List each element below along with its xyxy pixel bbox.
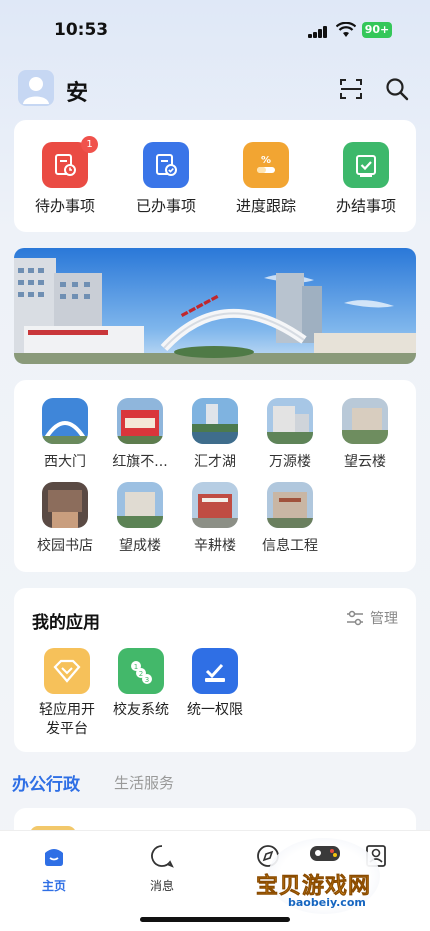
- place-item-wangcheng[interactable]: 望成楼: [104, 482, 176, 555]
- status-time: 10:53: [54, 20, 109, 40]
- quick-action-finished[interactable]: 办结事项: [321, 142, 411, 216]
- nav-label: 消息: [149, 879, 174, 893]
- manage-button[interactable]: 管理: [346, 608, 398, 628]
- nav-label: 主页: [41, 879, 66, 893]
- app-unified-permission[interactable]: 统一权限: [176, 648, 254, 720]
- wangcheng-building-photo: [117, 482, 163, 528]
- quick-action-label: 已办事项: [135, 197, 196, 215]
- xingeng-building-photo: [192, 482, 238, 528]
- place-item-xingeng[interactable]: 辛耕楼: [179, 482, 251, 555]
- watermark-url: baobeiy.com: [288, 896, 366, 909]
- info-engineering-photo: [267, 482, 313, 528]
- app-label: 轻应用开 发平台: [28, 701, 106, 739]
- campus-banner[interactable]: ▬▬▬▬▬: [14, 248, 416, 364]
- battery-indicator: 90+: [362, 22, 392, 38]
- message-icon: [151, 845, 174, 868]
- place-item-bookstore[interactable]: 校园书店: [29, 482, 101, 555]
- quick-action-label: 办结事项: [335, 197, 396, 215]
- quick-action-label: 进度跟踪: [235, 197, 296, 215]
- nav-item-messages[interactable]: 消息: [122, 843, 202, 894]
- pending-badge: 1: [81, 136, 98, 153]
- quick-action-progress[interactable]: % 进度跟踪: [221, 142, 311, 216]
- place-label: 信息工程: [262, 538, 318, 554]
- west-gate-photo: [42, 398, 88, 444]
- sliders-icon: [347, 610, 363, 626]
- svg-text:%: %: [261, 155, 271, 166]
- bookstore-photo: [42, 482, 88, 528]
- place-item-west-gate[interactable]: 西大门: [29, 398, 101, 471]
- tab-life-services[interactable]: 生活服务: [114, 772, 174, 793]
- user-name: 安: [66, 81, 89, 106]
- place-item-info-engineering[interactable]: 信息工程: [254, 482, 326, 555]
- svg-text:3: 3: [145, 676, 149, 684]
- app-alumni-system[interactable]: 123 校友系统: [102, 648, 180, 720]
- signal-icon: [308, 26, 328, 38]
- app-label-text: 轻应用开 发平台: [39, 702, 95, 737]
- numbers-icon: 123: [118, 648, 164, 694]
- quick-actions-card: 1 待办事项 已办事项 % 进度跟踪 办结事项: [14, 120, 416, 232]
- my-apps-title: 我的应用: [32, 613, 100, 633]
- place-item-wangyun[interactable]: 望云楼: [329, 398, 401, 471]
- gamepad-icon: [310, 846, 340, 861]
- app-light-platform[interactable]: 轻应用开 发平台: [28, 648, 106, 739]
- place-label: 汇才湖: [194, 454, 236, 470]
- wangyun-building-photo: [342, 398, 388, 444]
- svg-text:1: 1: [134, 663, 138, 671]
- campus-gate-photo: ▬▬▬▬▬: [14, 248, 416, 364]
- place-label: 红旗不...: [112, 454, 168, 470]
- search-icon[interactable]: [384, 76, 410, 102]
- app-label: 校友系统: [113, 702, 169, 718]
- tab-office-admin[interactable]: 办公行政: [12, 770, 80, 795]
- place-label: 望云楼: [344, 454, 386, 470]
- done-doc-icon: [143, 142, 189, 188]
- watermark: 宝贝游戏网 baobeiy.com: [250, 838, 400, 918]
- my-apps-card: 我的应用 管理 轻应用开 发平台 123 校友系统 统一权限: [14, 588, 416, 752]
- place-label: 望成楼: [119, 538, 161, 554]
- pending-doc-icon: 1: [42, 136, 98, 188]
- campus-places-card: 西大门 红旗不... 汇才湖 万源楼 望云楼 校园书店 望成楼 辛耕楼 信息工程: [14, 380, 416, 572]
- progress-icon: %: [243, 142, 289, 188]
- nav-item-home[interactable]: 主页: [14, 843, 94, 894]
- red-flag-photo: [117, 398, 163, 444]
- scan-icon[interactable]: [338, 76, 364, 102]
- wanyuan-building-photo: [267, 398, 313, 444]
- place-label: 辛耕楼: [194, 538, 236, 554]
- manage-label: 管理: [370, 611, 398, 627]
- place-item-huicai-lake[interactable]: 汇才湖: [179, 398, 251, 471]
- place-label: 万源楼: [269, 454, 311, 470]
- place-item-wanyuan[interactable]: 万源楼: [254, 398, 326, 471]
- quick-action-done[interactable]: 已办事项: [121, 142, 211, 216]
- svg-text:2: 2: [139, 670, 143, 678]
- quick-action-label: 待办事项: [34, 197, 95, 215]
- app-label: 统一权限: [187, 702, 243, 718]
- diamond-icon: [44, 648, 90, 694]
- home-icon: [45, 849, 63, 866]
- place-label: 校园书店: [37, 538, 93, 554]
- header: 安: [0, 68, 430, 112]
- wifi-icon: [336, 22, 356, 37]
- user-avatar-icon: [23, 77, 49, 104]
- status-bar: 10:53 90+: [0, 0, 430, 58]
- finished-check-icon: [343, 142, 389, 188]
- place-label: 西大门: [44, 454, 86, 470]
- huicai-lake-photo: [192, 398, 238, 444]
- place-item-red-flag[interactable]: 红旗不...: [104, 398, 176, 471]
- permission-icon: [192, 648, 238, 694]
- avatar[interactable]: [18, 70, 54, 106]
- quick-action-pending[interactable]: 1 待办事项: [20, 136, 110, 216]
